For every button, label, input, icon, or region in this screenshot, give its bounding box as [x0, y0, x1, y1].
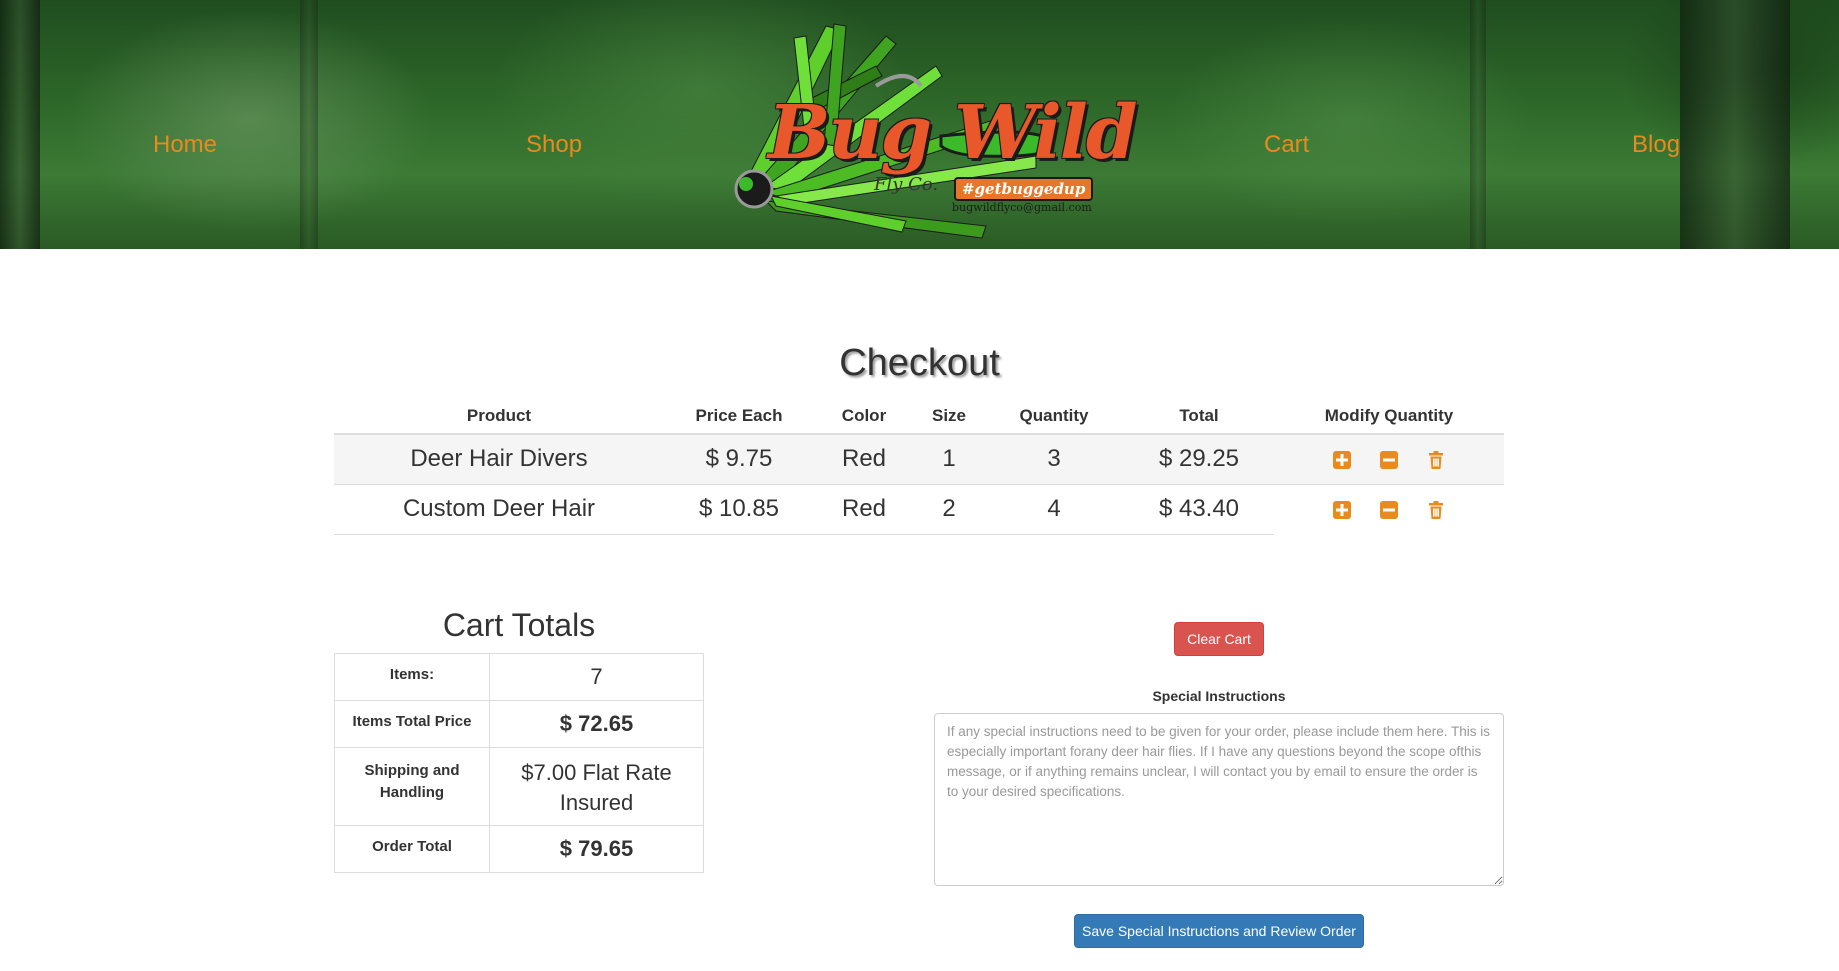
cart-totals-title: Cart Totals — [442, 607, 596, 643]
nav-blog[interactable]: Blog — [1632, 131, 1680, 159]
cell-size: 1 — [914, 434, 984, 485]
cart-totals-table: Items: 7 Items Total Price $ 72.65 Shipp… — [334, 653, 704, 873]
tree-trunk — [0, 0, 40, 249]
cell-modify — [1274, 484, 1504, 534]
cell-color: Red — [814, 434, 914, 485]
cell-color: Red — [814, 484, 914, 535]
special-instructions-input[interactable] — [934, 713, 1504, 886]
logo-title: Bug Wild — [768, 90, 1138, 176]
cell-price: $ 9.75 — [664, 434, 814, 485]
table-row: Deer Hair Divers $ 9.75 Red 1 3 $ 29.25 — [334, 434, 1504, 485]
items-total-value: $ 72.65 — [489, 700, 704, 748]
shipping-value: $7.00 Flat Rate Insured — [489, 747, 704, 826]
nav-cart[interactable]: Cart — [1264, 131, 1309, 159]
cell-product: Deer Hair Divers — [334, 434, 664, 485]
cell-total: $ 29.25 — [1124, 434, 1274, 485]
cell-total: $ 43.40 — [1124, 484, 1274, 535]
order-total-value: $ 79.65 — [489, 825, 704, 873]
minus-square-icon[interactable] — [1379, 500, 1399, 520]
logo-subtitle: Fly Co. — [874, 174, 939, 195]
brand-logo[interactable]: Bug Wild Fly Co. #getbuggedup bugwildfly… — [706, 6, 1138, 246]
page-title: Checkout — [839, 342, 1000, 384]
special-instructions-label: Special Instructions — [1152, 688, 1286, 704]
minus-square-icon[interactable] — [1379, 450, 1399, 470]
header-banner: Home Shop Cart Blog Bug Wild Fly Co. #ge… — [0, 0, 1839, 249]
items-value: 7 — [489, 653, 704, 701]
logo-hashtag: #getbuggedup — [954, 177, 1094, 201]
col-product: Product — [334, 398, 664, 435]
totals-row-order-total: Order Total $ 79.65 — [334, 825, 704, 873]
cell-size: 2 — [914, 484, 984, 535]
cell-modify — [1274, 434, 1504, 485]
nav-home[interactable]: Home — [153, 131, 217, 159]
tree-trunk — [1680, 0, 1790, 249]
tree-trunk — [1470, 0, 1486, 249]
trash-icon[interactable] — [1426, 450, 1446, 470]
clear-cart-button[interactable]: Clear Cart — [1174, 622, 1264, 656]
cell-quantity: 4 — [984, 484, 1124, 535]
cell-price: $ 10.85 — [664, 484, 814, 535]
cell-quantity: 3 — [984, 434, 1124, 485]
nav-shop[interactable]: Shop — [526, 131, 582, 159]
items-total-label: Items Total Price — [334, 700, 490, 748]
save-review-order-button[interactable]: Save Special Instructions and Review Ord… — [1074, 914, 1364, 948]
col-size: Size — [914, 398, 984, 435]
cell-product: Custom Deer Hair — [334, 484, 664, 535]
order-total-label: Order Total — [334, 825, 490, 873]
col-price-each: Price Each — [664, 398, 814, 435]
plus-square-icon[interactable] — [1332, 500, 1352, 520]
col-modify-quantity: Modify Quantity — [1274, 398, 1504, 435]
cart-table: Product Price Each Color Size Quantity T… — [334, 398, 1504, 535]
tree-trunk — [300, 0, 318, 249]
plus-square-icon[interactable] — [1332, 450, 1352, 470]
shipping-label: Shipping and Handling — [334, 747, 490, 826]
table-row: Custom Deer Hair $ 10.85 Red 2 4 $ 43.40 — [334, 484, 1504, 535]
col-color: Color — [814, 398, 914, 435]
totals-row-shipping: Shipping and Handling $7.00 Flat Rate In… — [334, 747, 704, 826]
items-label: Items: — [334, 653, 490, 701]
logo-email: bugwildflyco@gmail.com — [952, 201, 1092, 214]
col-quantity: Quantity — [984, 398, 1124, 435]
totals-row-items: Items: 7 — [334, 653, 704, 701]
trash-icon[interactable] — [1426, 500, 1446, 520]
totals-row-items-total: Items Total Price $ 72.65 — [334, 700, 704, 748]
table-header-row: Product Price Each Color Size Quantity T… — [334, 398, 1504, 435]
col-total: Total — [1124, 398, 1274, 435]
